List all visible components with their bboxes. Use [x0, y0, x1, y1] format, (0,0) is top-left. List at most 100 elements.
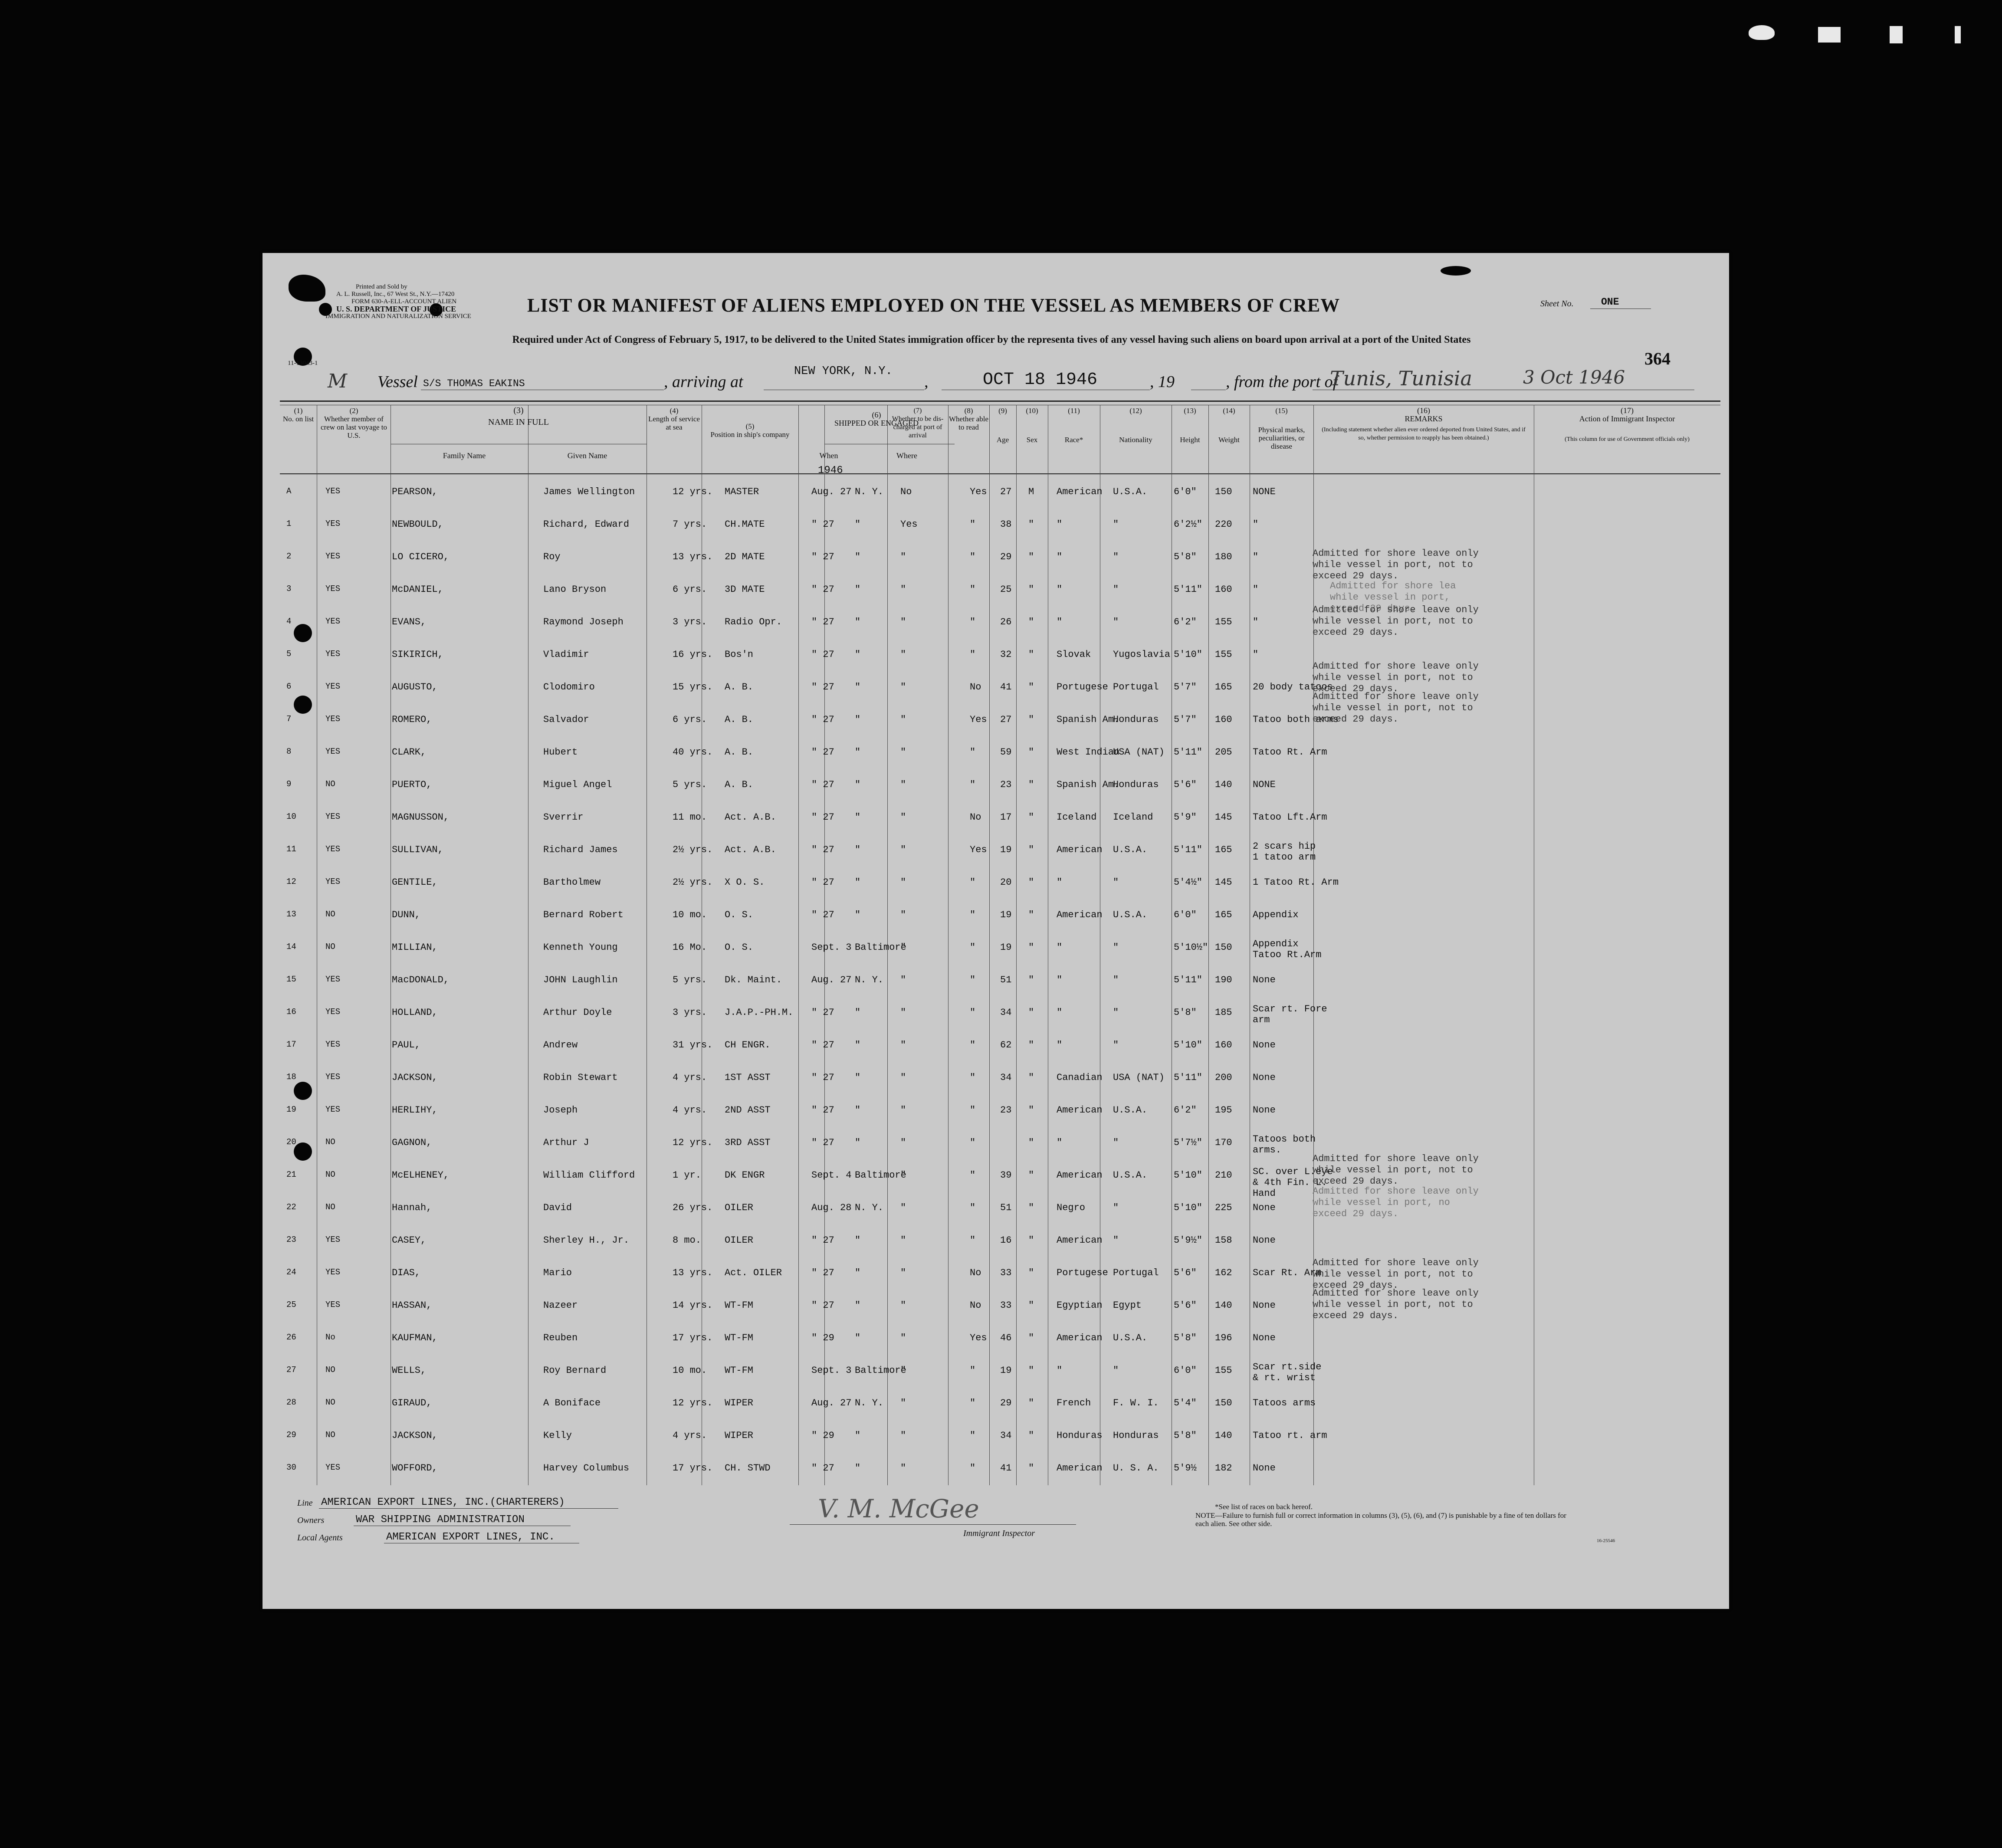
family-name: MILLIAN,: [392, 942, 438, 953]
discharged: ": [900, 1365, 906, 1376]
race: ": [1057, 1137, 1063, 1148]
column-label: Weight: [1218, 436, 1240, 444]
age: 27: [1000, 714, 1012, 725]
can-read: ": [970, 1105, 976, 1116]
age: 34: [1000, 1007, 1012, 1018]
given-name: Bartholmew: [543, 877, 601, 888]
shipped-when: Aug. 27: [811, 1398, 852, 1408]
weight: 160: [1215, 584, 1232, 595]
row-number: 8: [286, 747, 292, 756]
nationality: Honduras: [1113, 714, 1159, 725]
column-label: NAME IN FULL: [488, 417, 549, 427]
physical-marks: arm: [1253, 1014, 1270, 1025]
sex: ": [1028, 714, 1034, 725]
physical-marks: ": [1253, 617, 1259, 627]
age: 23: [1000, 779, 1012, 790]
shipped-where: ": [855, 551, 861, 562]
last-voyage: NO: [325, 942, 335, 952]
shipped-where: ": [855, 1333, 861, 1343]
weight: 210: [1215, 1170, 1232, 1181]
column-header: When: [798, 452, 859, 460]
shipped-where: ": [855, 519, 861, 530]
age: 51: [1000, 1202, 1012, 1213]
column-header: Given Name: [528, 452, 647, 460]
shipped-where: ": [855, 812, 861, 823]
race: American: [1057, 1235, 1103, 1246]
sex: ": [1028, 519, 1034, 530]
can-read: ": [970, 1007, 976, 1018]
column-number: (5): [745, 422, 755, 430]
physical-marks: None: [1253, 1105, 1276, 1116]
last-voyage: YES: [325, 1267, 341, 1277]
age: 41: [1000, 682, 1012, 693]
discharged: ": [900, 1398, 906, 1408]
last-voyage: YES: [325, 1235, 341, 1244]
departure-port: Tunis, Tunisia: [1330, 367, 1472, 390]
column-number: (17): [1621, 406, 1634, 415]
discharged: ": [900, 551, 906, 562]
race: American: [1057, 1170, 1103, 1181]
service-length: 2½ yrs.: [673, 844, 713, 855]
height: 5'4½": [1174, 877, 1203, 888]
shipped-when: " 27: [811, 1040, 834, 1050]
given-name: Reuben: [543, 1333, 578, 1343]
column-header: (17) Action of Immigrant Inspector: [1534, 407, 1720, 423]
position: CH. STWD: [725, 1463, 771, 1474]
discharged: ": [900, 1137, 906, 1148]
last-voyage: YES: [325, 1300, 341, 1310]
can-read: ": [970, 1040, 976, 1050]
manifest-sheet: Printed and Sold by A. L. Russell, Inc.,…: [263, 253, 1729, 1609]
last-voyage: YES: [325, 1040, 341, 1049]
given-name: Roy Bernard: [543, 1365, 607, 1376]
discharged: ": [900, 812, 906, 823]
race: American: [1057, 1333, 1103, 1343]
vessel-label: Vessel: [377, 373, 418, 391]
sex: ": [1028, 909, 1034, 920]
given-name: Bernard Robert: [543, 909, 624, 920]
can-read: ": [970, 551, 976, 562]
last-voyage: YES: [325, 649, 341, 659]
form-number: 11-13043-1: [288, 360, 318, 367]
row-number: 26: [286, 1333, 296, 1342]
column-label: REMARKS: [1405, 414, 1443, 423]
race: Slovak: [1057, 649, 1091, 660]
column-header: (This column for use of Government offic…: [1538, 435, 1716, 443]
weight: 150: [1215, 942, 1232, 953]
physical-marks: None: [1253, 1300, 1276, 1311]
column-number: (11): [1068, 407, 1080, 415]
remark-stamp: Admitted for shore leave only while vess…: [1313, 1186, 1479, 1219]
can-read: ": [970, 1137, 976, 1148]
given-name: JOHN Laughlin: [543, 975, 618, 985]
physical-marks: NONE: [1253, 486, 1276, 497]
family-name: DUNN,: [392, 909, 421, 920]
position: Bos'n: [725, 649, 754, 660]
row-number: 3: [286, 584, 292, 594]
family-name: McELHENEY,: [392, 1170, 450, 1181]
column-label: Sex: [1026, 436, 1038, 444]
shipped-where: ": [855, 779, 861, 790]
family-name: Hannah,: [392, 1202, 432, 1213]
last-voyage: YES: [325, 877, 341, 886]
height: 6'0": [1174, 1365, 1197, 1376]
given-name: David: [543, 1202, 572, 1213]
sex: ": [1028, 877, 1034, 888]
shipped-where: ": [855, 714, 861, 725]
position: WT-FM: [725, 1365, 754, 1376]
family-name: PUERTO,: [392, 779, 432, 790]
sex: ": [1028, 1137, 1034, 1148]
ink-blot: [289, 275, 325, 302]
weight: 165: [1215, 909, 1232, 920]
height: 5'11": [1174, 1072, 1203, 1083]
row-number: 7: [286, 714, 292, 724]
given-name: Hubert: [543, 747, 578, 758]
column-header: (2) Whether member of crew on last voyage…: [318, 407, 390, 440]
last-voyage: YES: [325, 1072, 341, 1082]
last-voyage: YES: [325, 1105, 341, 1114]
shipped-where: ": [855, 584, 861, 595]
weight: 160: [1215, 714, 1232, 725]
given-name: Roy: [543, 551, 561, 562]
family-name: JACKSON,: [392, 1072, 438, 1083]
nationality: Portugal: [1113, 682, 1159, 693]
service-length: 4 yrs.: [673, 1072, 707, 1083]
shipped-when: " 29: [811, 1333, 834, 1343]
